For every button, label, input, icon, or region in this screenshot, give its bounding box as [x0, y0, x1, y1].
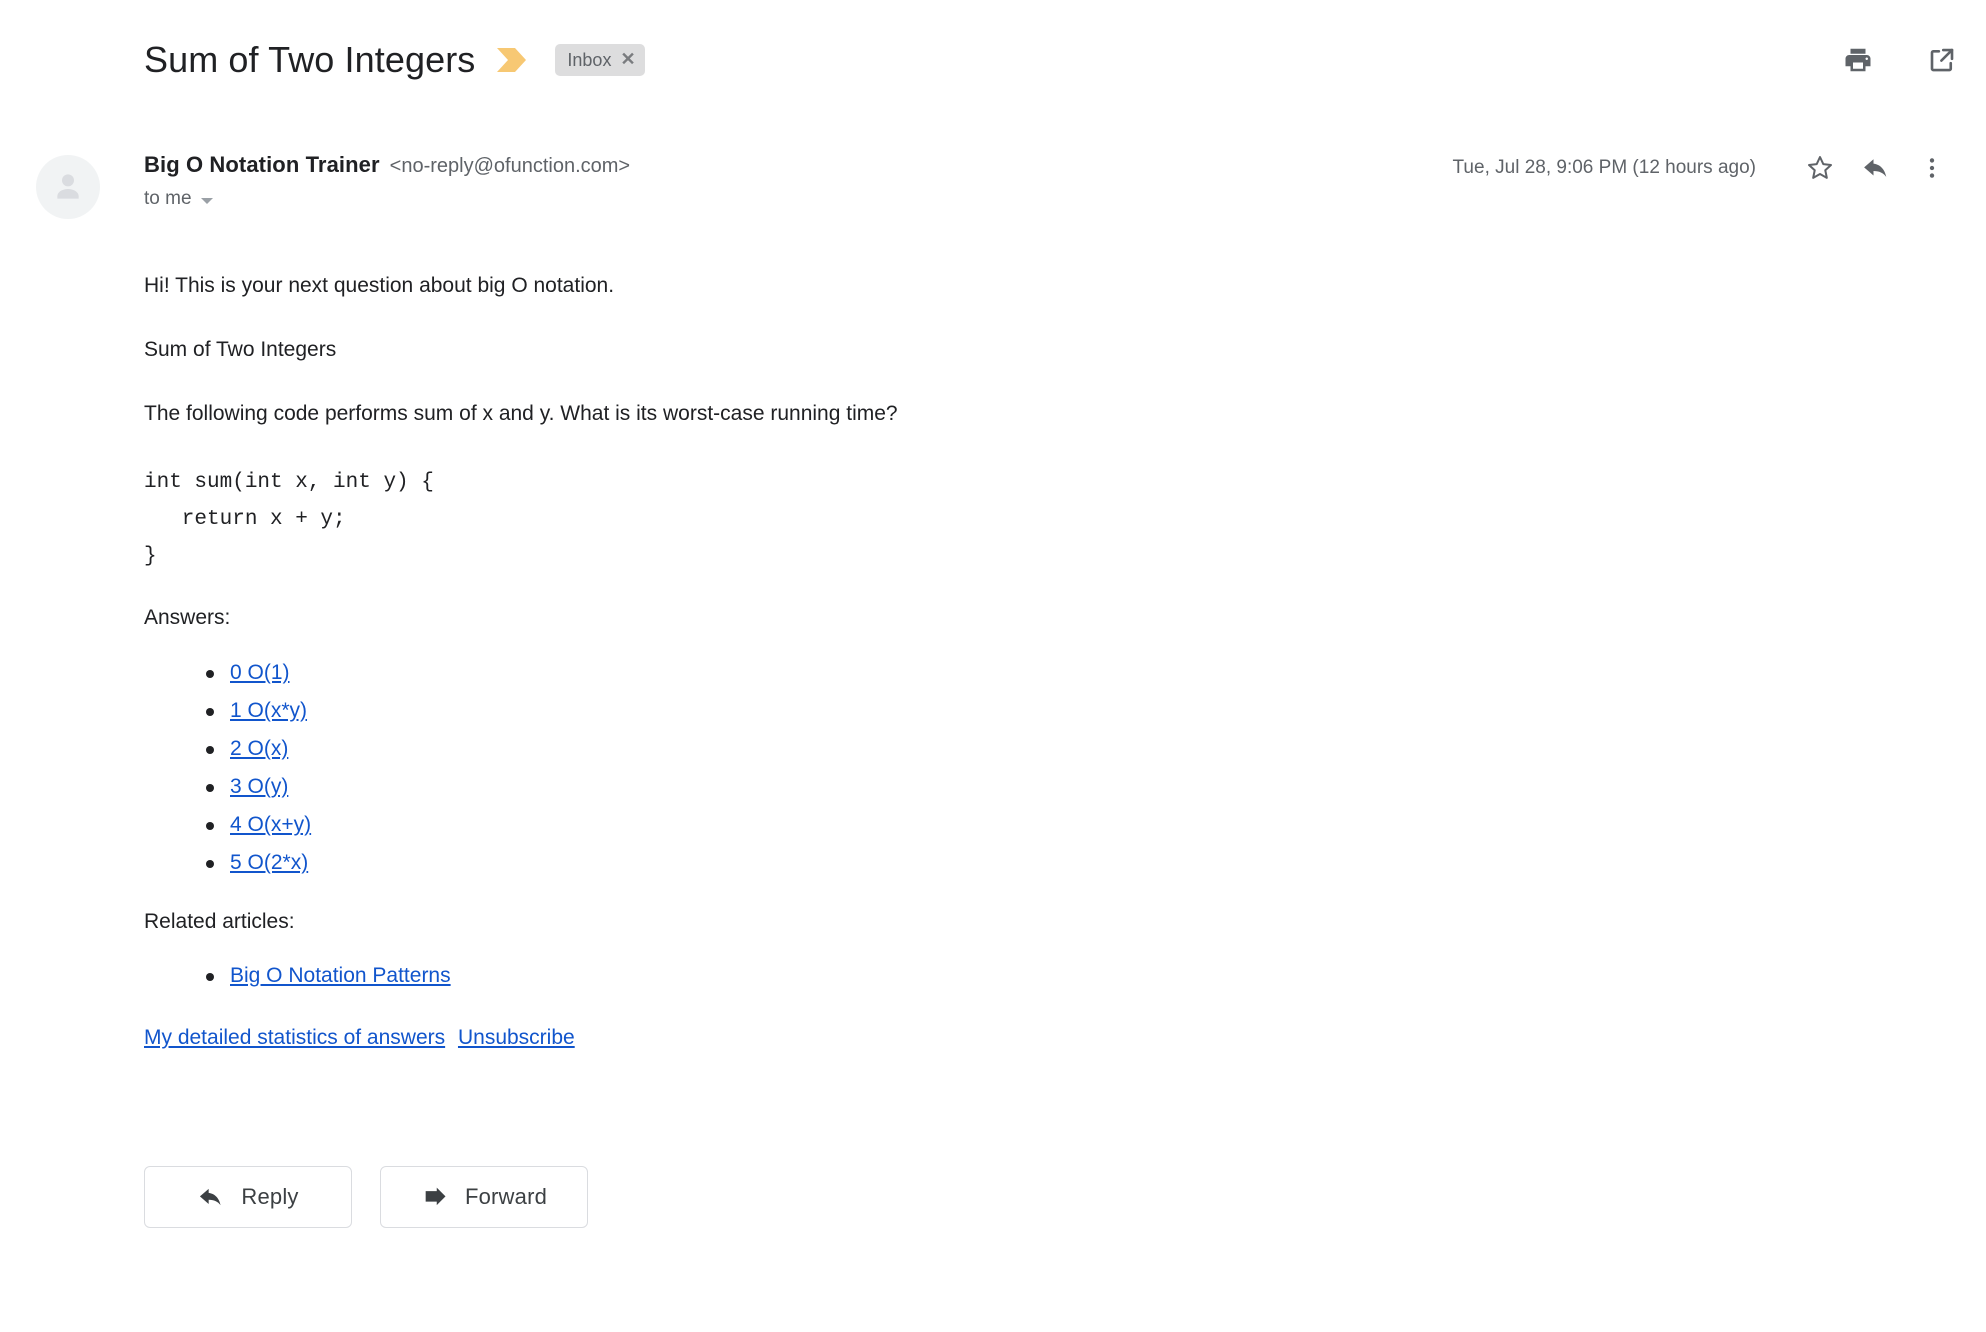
sender-block: Big O Notation Trainer <no-reply@ofuncti…	[144, 152, 630, 210]
answer-link-4[interactable]: 4 O(x+y)	[230, 813, 311, 836]
list-item: 5 O(2*x)	[206, 844, 1926, 882]
timestamp: Tue, Jul 28, 9:06 PM (12 hours ago)	[1452, 157, 1756, 178]
sender-line: Big O Notation Trainer <no-reply@ofuncti…	[144, 152, 630, 178]
message-action-buttons: Reply Forward	[144, 1166, 588, 1228]
email-message-view: Sum of Two Integers Inbox ✕ Big O Notati…	[0, 0, 1986, 1332]
list-item: 1 O(x*y)	[206, 692, 1926, 730]
related-articles-label: Related articles:	[144, 910, 295, 933]
answer-link-2[interactable]: 2 O(x)	[230, 737, 288, 760]
greeting-text: Hi! This is your next question about big…	[144, 274, 615, 297]
list-item: 2 O(x)	[206, 730, 1926, 768]
chevron-marker-icon[interactable]	[497, 47, 527, 73]
related-article-link-0[interactable]: Big O Notation Patterns	[230, 964, 451, 987]
reply-icon[interactable]	[1848, 148, 1904, 188]
list-item: 4 O(x+y)	[206, 806, 1926, 844]
message-body: Hi! This is your next question about big…	[144, 272, 1926, 1052]
forward-arrow-icon	[425, 1187, 446, 1206]
page-title: Sum of Two Integers	[144, 39, 476, 80]
related-articles-list: Big O Notation Patterns	[144, 958, 1926, 994]
recipient-line[interactable]: to me	[144, 188, 630, 210]
close-icon[interactable]: ✕	[620, 50, 635, 70]
reply-button-label: Reply	[241, 1184, 299, 1209]
list-item: 0 O(1)	[206, 654, 1926, 692]
recipient-label: to me	[144, 188, 192, 209]
answer-link-0[interactable]: 0 O(1)	[230, 661, 290, 684]
chevron-down-icon[interactable]	[200, 197, 213, 204]
star-icon[interactable]	[1792, 148, 1848, 188]
forward-button[interactable]: Forward	[380, 1166, 588, 1228]
header-actions	[1840, 42, 1960, 78]
answer-link-5[interactable]: 5 O(2*x)	[230, 851, 308, 874]
more-options-icon[interactable]	[1904, 148, 1960, 188]
sender-name: Big O Notation Trainer	[144, 152, 380, 177]
sender-email: <no-reply@ofunction.com>	[389, 155, 631, 177]
print-icon[interactable]	[1840, 42, 1876, 78]
question-title: Sum of Two Integers	[144, 338, 337, 361]
open-in-new-icon[interactable]	[1924, 42, 1960, 78]
code-block: int sum(int x, int y) { return x + y; }	[144, 471, 434, 568]
reply-arrow-icon	[200, 1188, 221, 1206]
statistics-link[interactable]: My detailed statistics of answers	[144, 1026, 445, 1049]
message-actions: Tue, Jul 28, 9:06 PM (12 hours ago)	[1453, 148, 1960, 188]
subject-row: Sum of Two Integers Inbox ✕	[144, 30, 1946, 90]
avatar	[36, 155, 100, 219]
answer-link-1[interactable]: 1 O(x*y)	[230, 699, 307, 722]
question-text: The following code performs sum of x and…	[144, 402, 898, 425]
default-avatar-icon	[57, 174, 79, 199]
forward-button-label: Forward	[464, 1184, 548, 1209]
unsubscribe-link[interactable]: Unsubscribe	[458, 1026, 575, 1049]
answer-link-3[interactable]: 3 O(y)	[230, 775, 288, 798]
answers-list: 0 O(1) 1 O(x*y) 2 O(x) 3 O(y) 4 O(x+y) 5…	[144, 654, 1926, 882]
label-chip-inbox[interactable]: Inbox ✕	[555, 44, 645, 76]
answers-label: Answers:	[144, 606, 231, 629]
list-item: 3 O(y)	[206, 768, 1926, 806]
list-item: Big O Notation Patterns	[206, 958, 1926, 994]
label-chip-label: Inbox	[567, 50, 612, 70]
reply-button[interactable]: Reply	[144, 1166, 352, 1228]
footer-links: My detailed statistics of answers Unsubs…	[144, 1024, 1926, 1052]
